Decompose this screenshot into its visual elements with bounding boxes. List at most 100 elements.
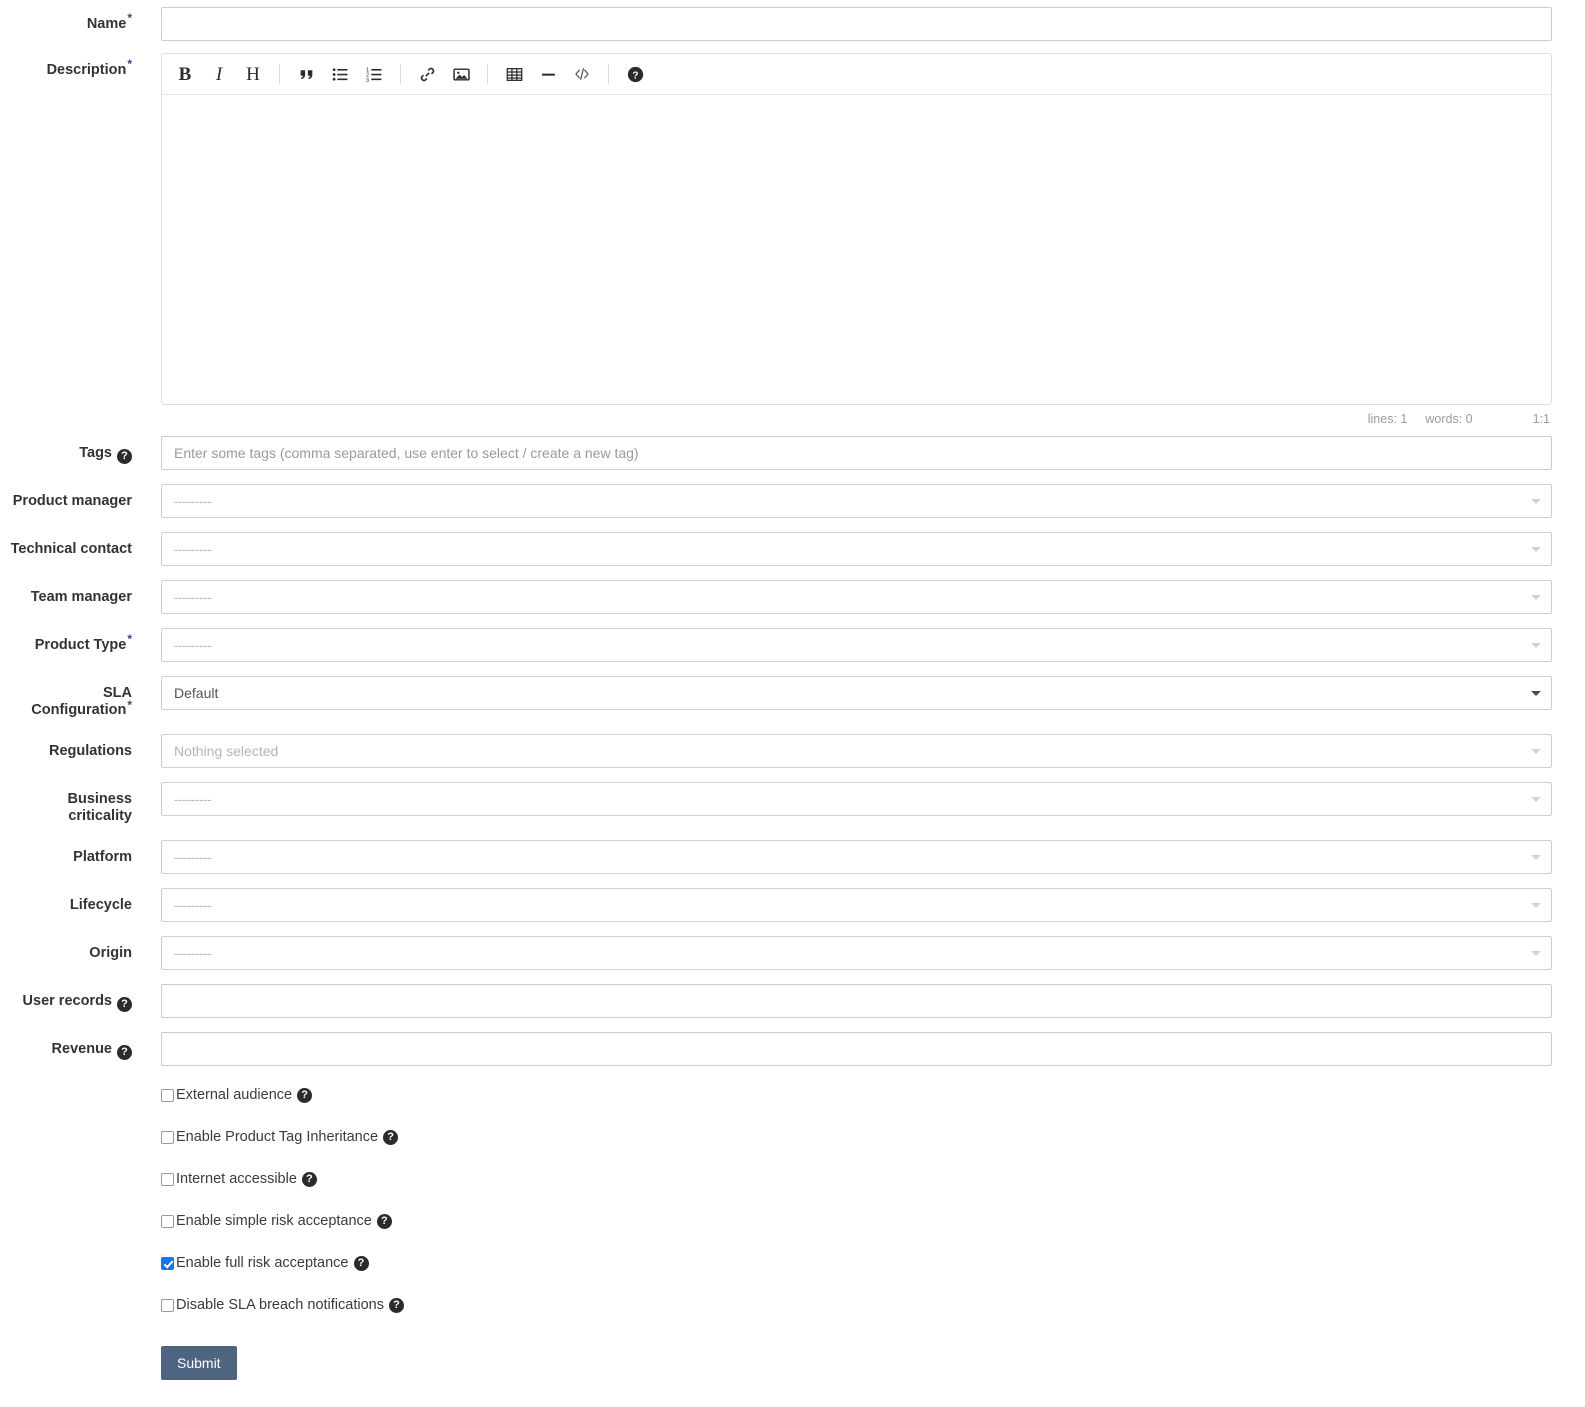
label-sla-configuration-text: SLA Configuration	[31, 685, 132, 719]
name-input[interactable]	[161, 7, 1552, 41]
checkbox-internet-accessible[interactable]	[161, 1172, 174, 1186]
checkbox-row-disable-sla-breach-notifications: Disable SLA breach notifications?	[161, 1297, 1552, 1340]
checkbox-row-enable-full-risk-acceptance: Enable full risk acceptance?	[161, 1255, 1552, 1298]
chevron-down-icon	[1531, 499, 1541, 504]
form-row-technical-contact: Technical contact ---------	[0, 518, 1585, 566]
tags-input[interactable]	[161, 436, 1552, 470]
quote-icon[interactable]	[291, 59, 321, 89]
checkbox-label-enable-product-tag-inheritance[interactable]: Enable Product Tag Inheritance	[176, 1129, 378, 1145]
label-lifecycle: Lifecycle	[0, 888, 146, 914]
label-product-manager-text: Product manager	[12, 493, 132, 509]
help-icon-user-records[interactable]: ?	[117, 996, 132, 1012]
heading-icon[interactable]: H	[238, 59, 268, 89]
chevron-down-icon	[1531, 748, 1541, 754]
regulations-select[interactable]: Nothing selected	[161, 733, 1552, 768]
label-revenue-text: Revenue	[51, 1040, 112, 1057]
label-platform-text: Platform	[73, 848, 132, 865]
chevron-down-icon	[1531, 902, 1541, 908]
table-icon[interactable]	[499, 59, 529, 89]
label-product-type-text: Product Type	[34, 637, 127, 653]
label-team-manager-text: Team manager	[30, 589, 132, 605]
chevron-down-icon	[1531, 950, 1541, 956]
product-manager-select[interactable]: ---------	[161, 484, 1552, 518]
platform-select[interactable]: ---------	[161, 839, 1552, 874]
sla-configuration-value: Default	[174, 685, 219, 701]
checkbox-label-enable-full-risk-acceptance[interactable]: Enable full risk acceptance	[176, 1255, 349, 1271]
label-user-records: User records?	[0, 984, 146, 1012]
label-name: Name*	[0, 7, 146, 33]
form-row-sla-configuration: SLA Configuration* Default	[0, 662, 1585, 720]
help-icon-internet-accessible[interactable]: ?	[301, 1171, 317, 1187]
label-technical-contact-text: Technical contact	[10, 541, 132, 557]
checkbox-label-internet-accessible[interactable]: Internet accessible	[176, 1171, 297, 1187]
code-icon[interactable]	[567, 59, 597, 89]
italic-icon[interactable]: I	[204, 59, 234, 89]
form-row-regulations: Regulations Nothing selected	[0, 720, 1585, 768]
help-icon-disable-sla-breach-notifications[interactable]: ?	[388, 1297, 404, 1313]
platform-value: ---------	[174, 848, 212, 865]
unordered-list-icon[interactable]	[325, 59, 355, 89]
chevron-down-icon	[1531, 796, 1541, 802]
checkbox-label-external-audience[interactable]: External audience	[176, 1087, 292, 1103]
origin-select[interactable]: ---------	[161, 935, 1552, 970]
label-user-records-text: User records	[22, 992, 112, 1009]
checkbox-enable-simple-risk-acceptance[interactable]	[161, 1214, 174, 1228]
user-records-input[interactable]	[161, 983, 1552, 1018]
bold-icon[interactable]: B	[170, 59, 200, 89]
business-criticality-select[interactable]: ---------	[161, 781, 1552, 816]
svg-text:3: 3	[366, 77, 369, 82]
help-icon-enable-product-tag-inheritance[interactable]: ?	[383, 1129, 399, 1145]
label-lifecycle-text: Lifecycle	[69, 896, 132, 913]
technical-contact-select[interactable]: ---------	[161, 532, 1552, 566]
label-description-text: Description	[46, 62, 127, 78]
markdown-guide-icon[interactable]: ?	[620, 59, 650, 89]
form-row-business-criticality: Business criticality ---------	[0, 768, 1585, 826]
checkbox-enable-full-risk-acceptance[interactable]	[161, 1256, 174, 1270]
checkbox-row-internet-accessible: Internet accessible?	[161, 1171, 1552, 1214]
editor-line-count: lines: 1	[1367, 412, 1408, 426]
checkbox-disable-sla-breach-notifications[interactable]	[161, 1298, 174, 1312]
horizontal-rule-icon[interactable]	[533, 59, 563, 89]
ordered-list-icon[interactable]: 1 2 3	[359, 59, 389, 89]
team-manager-value: ---------	[174, 589, 212, 605]
checkbox-row-external-audience: External audience?	[161, 1087, 1552, 1130]
sla-configuration-select[interactable]: Default	[161, 676, 1552, 710]
form-row-description: Description* B I H 1 2 3 ? lines: 1 word…	[0, 41, 1585, 426]
help-icon-enable-full-risk-acceptance[interactable]: ?	[353, 1255, 369, 1271]
editor-cursor-position: 1:1	[1532, 412, 1550, 426]
lifecycle-select[interactable]: ---------	[161, 887, 1552, 922]
technical-contact-value: ---------	[174, 541, 212, 557]
checkbox-enable-product-tag-inheritance[interactable]	[161, 1130, 174, 1144]
checkbox-row-enable-product-tag-inheritance: Enable Product Tag Inheritance?	[161, 1129, 1552, 1172]
submit-button[interactable]: Submit	[161, 1345, 237, 1380]
label-description: Description*	[0, 53, 146, 79]
chevron-down-icon	[1531, 691, 1541, 696]
team-manager-select[interactable]: ---------	[161, 580, 1552, 614]
label-technical-contact: Technical contact	[0, 532, 146, 558]
help-icon-tags[interactable]: ?	[117, 449, 132, 464]
help-icon-enable-simple-risk-acceptance[interactable]: ?	[376, 1213, 392, 1229]
form-row-name: Name*	[0, 0, 1585, 41]
link-icon[interactable]	[412, 59, 442, 89]
help-icon-external-audience[interactable]: ?	[297, 1087, 313, 1103]
label-sla-configuration: SLA Configuration*	[0, 676, 146, 720]
add-product-form: Name* Description* B I H 1 2 3 ? lines: …	[0, 0, 1585, 1380]
description-editor: B I H 1 2 3 ? lines: 1 words: 0 1:1	[161, 53, 1552, 426]
help-icon-revenue[interactable]: ?	[117, 1044, 132, 1060]
revenue-input[interactable]	[161, 1031, 1552, 1066]
required-marker-description: *	[127, 57, 132, 72]
toolbar-divider	[487, 64, 488, 84]
required-marker-name: *	[127, 11, 132, 26]
checkbox-external-audience[interactable]	[161, 1088, 174, 1102]
checkbox-label-enable-simple-risk-acceptance[interactable]: Enable simple risk acceptance	[176, 1213, 372, 1229]
label-product-type: Product Type*	[0, 628, 146, 654]
checkbox-label-disable-sla-breach-notifications[interactable]: Disable SLA breach notifications	[176, 1297, 384, 1313]
form-row-team-manager: Team manager ---------	[0, 566, 1585, 614]
label-tags: Tags?	[0, 436, 146, 464]
image-icon[interactable]	[446, 59, 476, 89]
required-marker-sla-configuration: *	[127, 697, 132, 712]
label-regulations-text: Regulations	[49, 742, 132, 759]
product-type-select[interactable]: ---------	[161, 628, 1552, 662]
regulations-value: Nothing selected	[174, 742, 279, 759]
description-textarea[interactable]	[161, 94, 1552, 405]
